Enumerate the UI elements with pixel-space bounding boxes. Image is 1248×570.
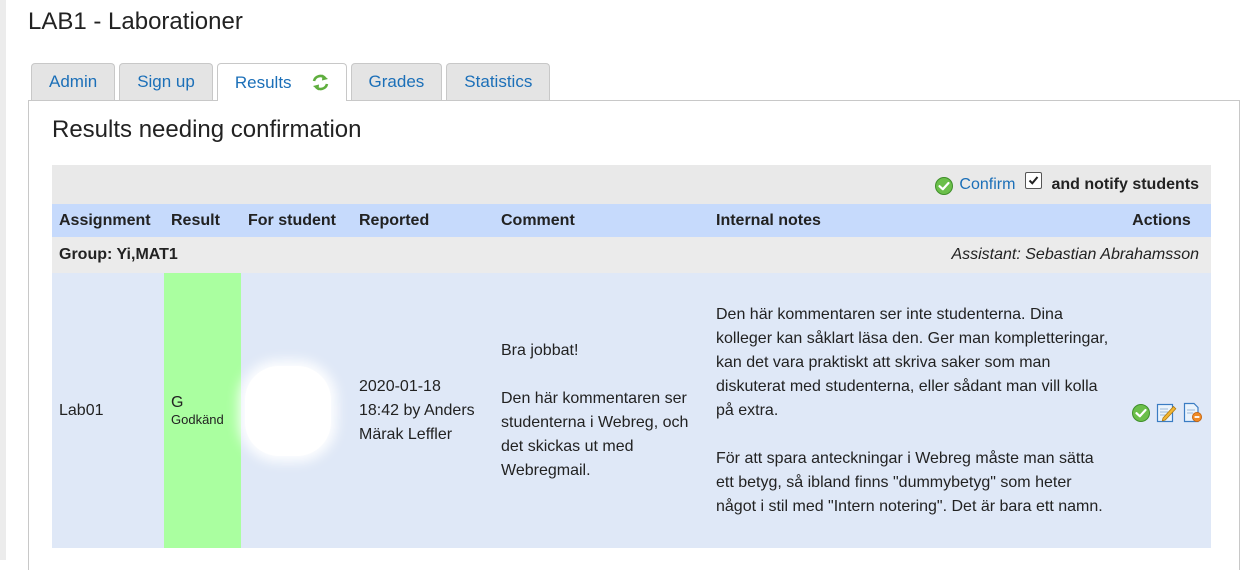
- tab-label: Sign up: [137, 72, 195, 91]
- tab-results[interactable]: Results: [216, 63, 347, 101]
- confirm-bar: Confirm and notify students: [52, 165, 1211, 204]
- tab-bar: Admin Sign up Results Grades Statistics: [31, 63, 551, 101]
- confirm-result-button[interactable]: [1131, 403, 1151, 423]
- checkmark-icon: [1029, 176, 1039, 185]
- actions-cell: [1112, 273, 1211, 548]
- tab-label: Results: [234, 72, 292, 92]
- refresh-icon[interactable]: [312, 73, 329, 92]
- comment-cell: Bra jobbat! Den här kommentaren ser stud…: [495, 273, 711, 548]
- results-table: Confirm and notify students Assignment R…: [52, 165, 1211, 548]
- column-header-internal-notes: Internal notes: [716, 211, 821, 229]
- assistant-label: Assistant: Sebastian Abrahamsson: [951, 246, 1199, 263]
- result-grade: G: [171, 393, 184, 411]
- reported-time-by: 18:42 by Anders: [359, 401, 475, 419]
- confirm-button[interactable]: Confirm: [934, 173, 1015, 196]
- notify-students-checkbox[interactable]: [1025, 172, 1043, 189]
- table-row: Lab01 G Godkänd 2020-01-18 18:42 by Ande…: [52, 273, 1211, 548]
- remove-icon: [1183, 402, 1202, 423]
- column-header-for-student: For student: [248, 211, 336, 229]
- confirm-label: Confirm: [959, 175, 1016, 193]
- notify-students-label: and notify students: [1051, 175, 1199, 193]
- student-name-redacted: [245, 366, 331, 456]
- column-header-result: Result: [171, 211, 220, 229]
- column-header-reported: Reported: [359, 211, 430, 229]
- results-panel: Results needing confirmation Confirm and…: [28, 100, 1240, 570]
- tab-label: Grades: [368, 72, 425, 91]
- tab-statistics[interactable]: Statistics: [446, 63, 551, 100]
- reported-author: Märak Leffler: [359, 425, 453, 443]
- comment-paragraph: Bra jobbat!: [501, 341, 579, 359]
- group-row: Group: Yi,MAT1 Assistant: Sebastian Abra…: [52, 237, 1211, 273]
- tab-grades[interactable]: Grades: [350, 63, 443, 100]
- confirm-icon: [935, 177, 954, 195]
- result-grade-name: Godkänd: [171, 411, 224, 427]
- column-header-actions: Actions: [1132, 211, 1191, 229]
- group-label: Group: Yi,MAT1: [59, 246, 178, 263]
- tab-label: Admin: [49, 72, 98, 91]
- page-title: LAB1 - Laborationer: [28, 8, 243, 35]
- column-header-comment: Comment: [501, 211, 575, 229]
- result-cell: G Godkänd: [164, 273, 241, 548]
- section-title: Results needing confirmation: [52, 116, 362, 143]
- reported-cell: 2020-01-18 18:42 by Anders Märak Leffler: [353, 273, 495, 548]
- remove-result-button[interactable]: [1182, 402, 1203, 423]
- internal-notes-cell: Den här kommentaren ser inte studenterna…: [711, 273, 1112, 548]
- edit-result-button[interactable]: [1156, 402, 1177, 423]
- assignment-cell: Lab01: [59, 401, 104, 419]
- notes-paragraph: Den här kommentaren ser inte studenterna…: [716, 305, 1109, 419]
- confirm-icon: [1131, 403, 1150, 422]
- column-header-assignment: Assignment: [59, 211, 151, 229]
- student-cell: [241, 273, 353, 548]
- reported-date: 2020-01-18: [359, 377, 441, 395]
- comment-paragraph: Den här kommentaren ser studenterna i We…: [501, 389, 689, 479]
- tab-sign-up[interactable]: Sign up: [119, 63, 213, 100]
- edit-icon: [1156, 403, 1176, 423]
- tab-admin[interactable]: Admin: [31, 63, 116, 100]
- notes-paragraph: För att spara anteckningar i Webreg måst…: [716, 449, 1103, 515]
- table-header: Assignment Result For student Reported C…: [52, 204, 1211, 237]
- left-border: [0, 0, 6, 560]
- tab-label: Statistics: [464, 72, 533, 91]
